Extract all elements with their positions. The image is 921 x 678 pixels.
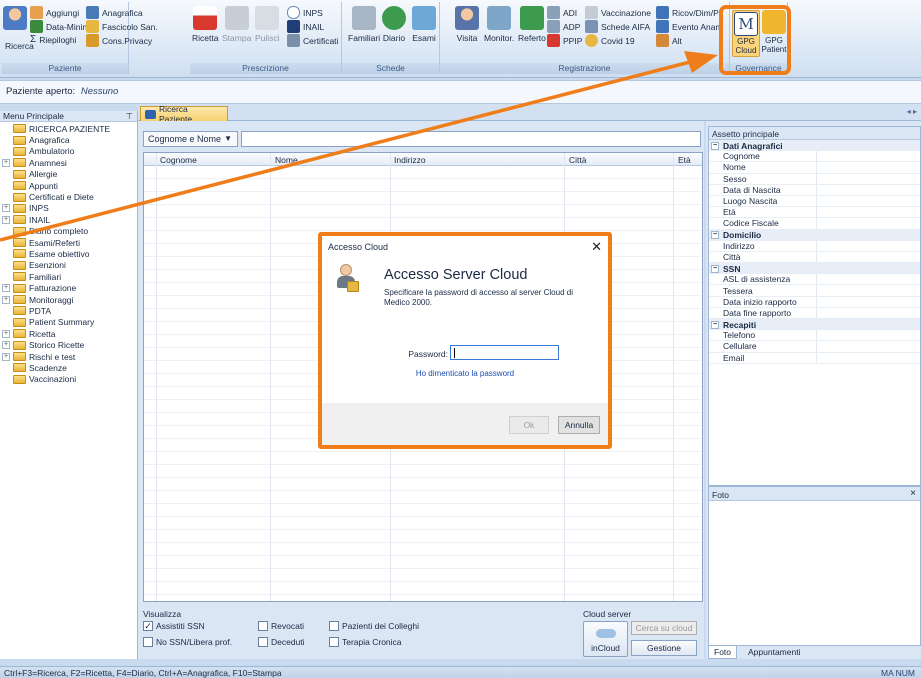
pointer-arrow-annotation [0, 51, 718, 242]
arrow-head [684, 51, 718, 73]
arrow-line [0, 60, 691, 242]
